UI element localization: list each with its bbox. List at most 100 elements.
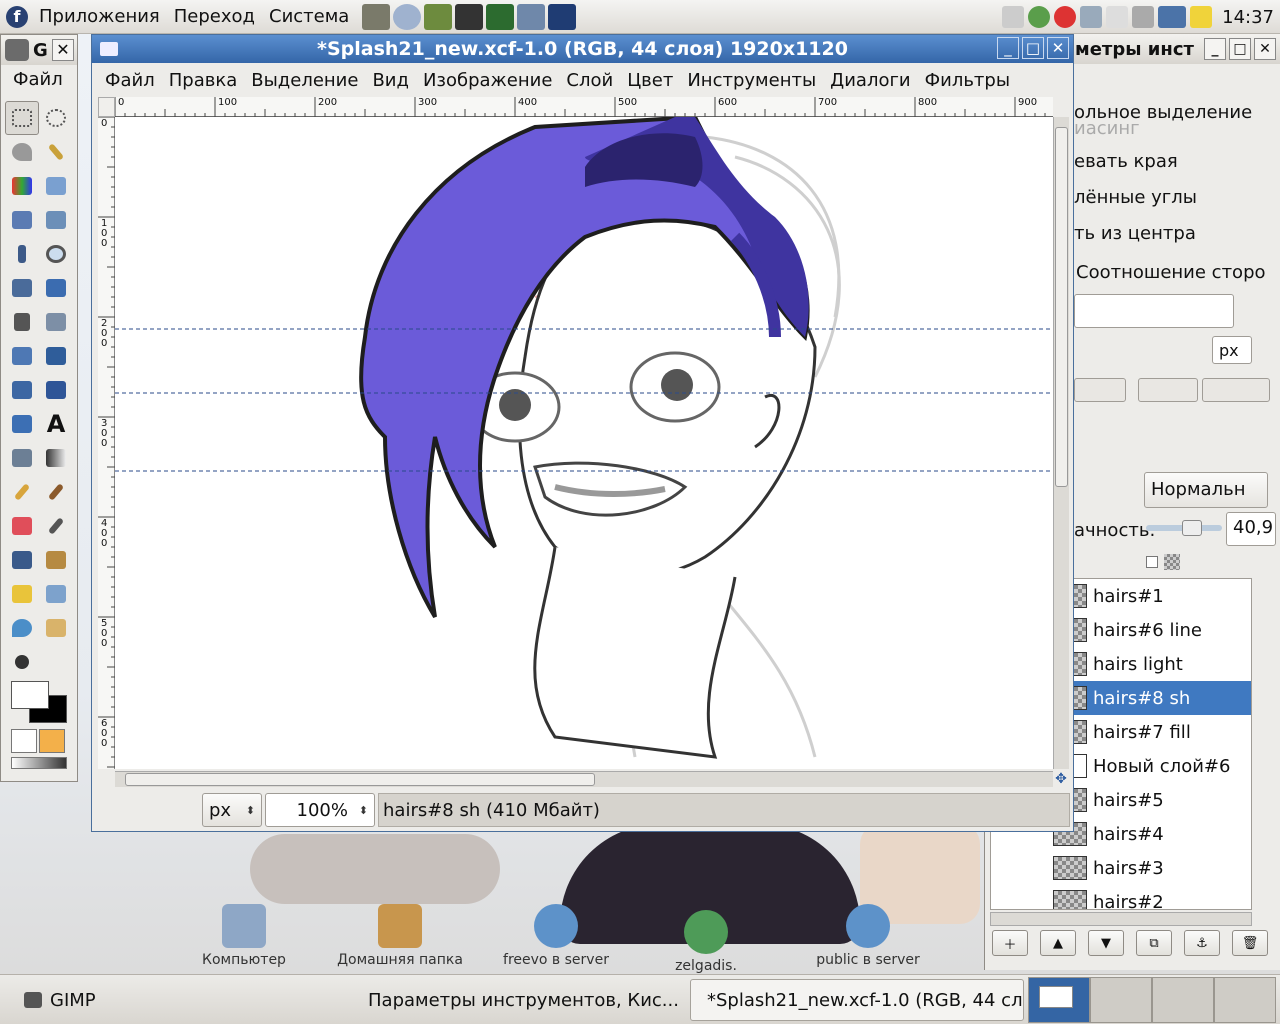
menu-color[interactable]: Цвет: [620, 70, 680, 91]
workspace-1[interactable]: [1028, 977, 1090, 1023]
ruler-left[interactable]: 0 1 0 0 2 0 0 3 0 0 4 0 0 5 0 0 6 0 0: [98, 117, 115, 769]
volume-icon[interactable]: [1132, 6, 1155, 28]
screen-icon[interactable]: [548, 3, 577, 30]
option-antialias[interactable]: иасинг: [1074, 118, 1140, 139]
opacity-input[interactable]: 40,9: [1226, 512, 1276, 546]
task-gimp[interactable]: GIMP: [16, 979, 316, 1021]
unit-combo[interactable]: px ⬍: [202, 793, 262, 827]
opacity-slider[interactable]: [1146, 520, 1222, 536]
books-icon[interactable]: [424, 3, 453, 30]
scissors-tool[interactable]: [39, 169, 73, 203]
dodge-burn-tool[interactable]: [5, 645, 39, 679]
horizontal-scrollbar[interactable]: [115, 771, 1053, 787]
menu-places[interactable]: Переход: [167, 0, 262, 34]
lasso-tool[interactable]: [5, 135, 39, 169]
desktop-icon-computer[interactable]: Компьютер: [174, 904, 314, 968]
layer-row[interactable]: hairs#2: [991, 885, 1251, 909]
terminal-icon[interactable]: [455, 3, 484, 30]
web-browser-icon[interactable]: [393, 3, 422, 30]
fg-bg-colors[interactable]: [11, 681, 69, 725]
flip-tool[interactable]: [5, 407, 39, 441]
brush-preview[interactable]: [11, 729, 37, 753]
notes-icon[interactable]: [1190, 6, 1213, 28]
slider-thumb[interactable]: [1182, 520, 1202, 536]
search-icon[interactable]: [1080, 6, 1103, 28]
delete-layer-icon[interactable]: 🗑: [1232, 930, 1268, 956]
task-image-window[interactable]: *Splash21_new.xcf-1.0 (RGB, 44 сл...: [690, 979, 1024, 1021]
rotate-tool[interactable]: [5, 339, 39, 373]
measure-tool[interactable]: [5, 271, 39, 305]
menu-edit[interactable]: Правка: [162, 70, 245, 91]
perspective-clone-tool[interactable]: [39, 577, 73, 611]
scale-tool[interactable]: [39, 339, 73, 373]
option-expand-center[interactable]: ть из центра: [1074, 223, 1196, 244]
image-canvas[interactable]: [115, 117, 1053, 769]
fedora-logo-icon[interactable]: f: [6, 5, 28, 28]
image-window-titlebar[interactable]: *Splash21_new.xcf-1.0 (RGB, 44 слоя) 192…: [92, 35, 1073, 63]
minimize-icon[interactable]: _: [997, 37, 1019, 59]
option-rounded-corners[interactable]: лённые углы: [1074, 187, 1197, 208]
close-icon[interactable]: ✕: [1047, 37, 1069, 59]
maximize-icon[interactable]: □: [1229, 38, 1251, 60]
toolbox-menu-file[interactable]: Файл: [1, 65, 77, 95]
duplicate-layer-icon[interactable]: ⧉: [1136, 930, 1172, 956]
network-status-icon[interactable]: [1158, 6, 1187, 28]
fuzzy-select-tool[interactable]: [39, 135, 73, 169]
menu-applications[interactable]: Приложения: [32, 0, 167, 34]
scroll-thumb[interactable]: [1055, 127, 1068, 487]
system-monitor-icon[interactable]: [486, 3, 515, 30]
foreground-select-tool[interactable]: [5, 203, 39, 237]
delete-options-icon[interactable]: [1138, 378, 1198, 402]
menu-file[interactable]: Файл: [98, 70, 162, 91]
vertical-scrollbar[interactable]: [1053, 117, 1069, 769]
minimize-icon[interactable]: _: [1204, 38, 1226, 60]
pencil-tool[interactable]: [5, 475, 39, 509]
workspace-3[interactable]: [1152, 977, 1214, 1023]
reset-options-icon[interactable]: [1202, 378, 1270, 402]
option-feather[interactable]: евать края: [1074, 151, 1178, 172]
navigate-icon[interactable]: ✥: [1053, 771, 1069, 787]
clone-tool[interactable]: [39, 543, 73, 577]
spin-arrows-icon[interactable]: ⬍: [246, 804, 255, 817]
ruler-top[interactable]: 0 100 200 300 400 500 600 700 800 900: [115, 97, 1053, 117]
menu-filters[interactable]: Фильтры: [918, 70, 1017, 91]
toolbox-titlebar[interactable]: G ✕: [1, 35, 77, 65]
zoom-tool[interactable]: [39, 237, 73, 271]
airbrush-tool[interactable]: [39, 509, 73, 543]
menu-tools[interactable]: Инструменты: [680, 70, 823, 91]
gradient-preview[interactable]: [11, 757, 67, 769]
anchor-layer-icon[interactable]: ⚓: [1184, 930, 1220, 956]
scroll-thumb[interactable]: [125, 773, 595, 786]
eraser-tool[interactable]: [5, 509, 39, 543]
new-layer-icon[interactable]: ＋: [992, 930, 1028, 956]
layers-hscroll[interactable]: [990, 912, 1252, 926]
blend-tool[interactable]: [39, 441, 73, 475]
clock[interactable]: 14:37: [1222, 7, 1274, 28]
music-icon[interactable]: [1002, 6, 1025, 28]
perspective-tool[interactable]: [39, 373, 73, 407]
network-icon[interactable]: [517, 3, 546, 30]
blur-tool[interactable]: [5, 611, 39, 645]
menu-image[interactable]: Изображение: [416, 70, 559, 91]
aspect-ratio-input[interactable]: [1074, 294, 1234, 328]
printer-icon[interactable]: [362, 3, 391, 30]
quick-mask-corner[interactable]: [98, 97, 115, 117]
unit-select[interactable]: px: [1212, 336, 1252, 364]
mail-icon[interactable]: [1106, 6, 1129, 28]
close-icon[interactable]: ✕: [52, 39, 74, 61]
ellipse-select-tool[interactable]: [39, 101, 73, 135]
lower-layer-icon[interactable]: ▼: [1088, 930, 1124, 956]
smudge-tool[interactable]: [39, 611, 73, 645]
stop-icon[interactable]: [1054, 6, 1077, 28]
color-select-tool[interactable]: [5, 169, 39, 203]
raise-layer-icon[interactable]: ▲: [1040, 930, 1076, 956]
menu-system[interactable]: Система: [262, 0, 356, 34]
workspace-2[interactable]: [1090, 977, 1152, 1023]
pattern-preview[interactable]: [39, 729, 65, 753]
spin-arrows-icon[interactable]: ⬍: [359, 804, 368, 817]
move-tool[interactable]: [39, 271, 73, 305]
menu-dialogs[interactable]: Диалоги: [823, 70, 917, 91]
task-tool-options[interactable]: Параметры инструментов, Кис...: [352, 979, 682, 1021]
menu-layer[interactable]: Слой: [559, 70, 620, 91]
heal-tool[interactable]: [5, 577, 39, 611]
